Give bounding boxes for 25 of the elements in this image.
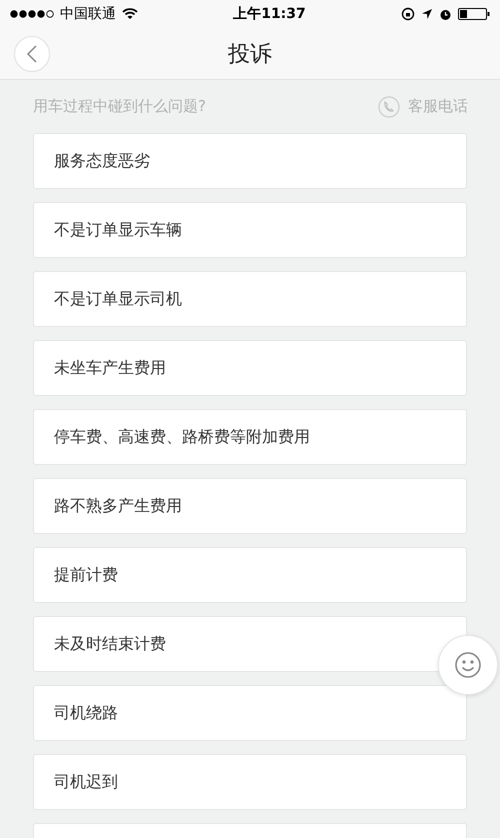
back-chevron-icon (26, 45, 38, 63)
complaint-option[interactable]: 路不熟多产生费用 (33, 478, 467, 534)
phone-icon (378, 96, 400, 118)
question-hint: 用车过程中碰到什么问题? (33, 97, 206, 116)
wifi-icon (122, 8, 138, 20)
complaint-option[interactable]: 服务态度恶劣 (33, 133, 467, 189)
complaint-option[interactable]: 司机绕路 (33, 685, 467, 741)
complaint-option[interactable]: 未坐车产生费用 (33, 340, 467, 396)
complaint-option[interactable]: 停车费、高速费、路桥费等附加费用 (33, 409, 467, 465)
alarm-icon (438, 8, 452, 20)
complaint-option[interactable]: 司机迟到 (33, 754, 467, 810)
back-button[interactable] (14, 36, 50, 72)
signal-icon (10, 10, 54, 18)
rotation-lock-icon (400, 7, 415, 21)
clock-time: 上午11:37 (233, 5, 306, 23)
complaint-option[interactable]: 不是订单显示司机 (33, 271, 467, 327)
complaint-option[interactable]: 不是订单显示车辆 (33, 202, 467, 258)
page-title: 投诉 (228, 40, 272, 68)
carrier-name: 中国联通 (60, 5, 116, 23)
smiley-icon (454, 651, 482, 679)
feedback-button[interactable] (438, 635, 498, 695)
location-arrow-icon (420, 8, 433, 20)
complaint-option[interactable]: 未及时结束计费 (33, 616, 467, 672)
complaint-option[interactable]: 提前计费 (33, 547, 467, 603)
battery-icon (458, 8, 490, 20)
